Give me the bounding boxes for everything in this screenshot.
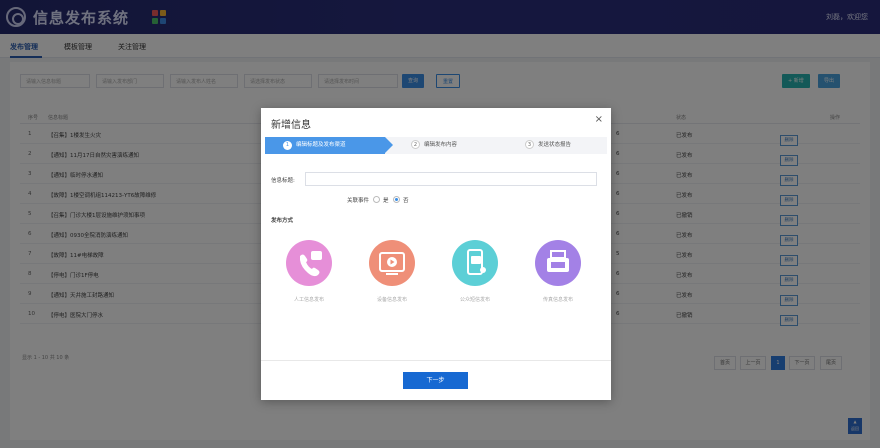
title-label: 信息标题: <box>271 178 295 184</box>
new-info-modal: 新增信息 × 1 编辑标题及发布渠道 2 编辑发布内容 3 发送状态报告 信息标题: … <box>261 108 611 400</box>
related-yes-radio[interactable] <box>373 196 380 203</box>
related-no-radio[interactable] <box>393 196 400 203</box>
step-3: 3 发送状态报告 <box>525 137 571 154</box>
step-2: 2 编辑发布内容 <box>411 137 457 154</box>
related-event-label: 关联事件 <box>347 198 370 204</box>
step-1: 1 编辑标题及发布渠道 <box>265 137 385 154</box>
modal-title: 新增信息 <box>271 120 311 131</box>
mobile-sms-icon <box>452 240 498 286</box>
close-icon[interactable]: × <box>595 114 603 125</box>
step-indicator: 1 编辑标题及发布渠道 2 编辑发布内容 3 发送状态报告 <box>265 137 607 154</box>
title-input[interactable] <box>305 172 597 186</box>
next-step-button[interactable]: 下一步 <box>403 372 468 389</box>
related-yes-label: 是 <box>383 198 389 204</box>
phone-message-icon <box>286 240 332 286</box>
video-play-icon <box>369 240 415 286</box>
method-fax[interactable]: 传真信息发布 <box>521 240 595 303</box>
method-sms[interactable]: 公众短信发布 <box>438 240 512 303</box>
related-no-label: 否 <box>403 198 409 204</box>
method-manual[interactable]: 人工信息发布 <box>272 240 346 303</box>
method-device[interactable]: 设备信息发布 <box>355 240 429 303</box>
modal-footer-divider <box>261 360 611 361</box>
fax-icon <box>535 240 581 286</box>
step-1-arrow <box>385 137 393 153</box>
publish-method-label: 发布方式 <box>271 218 294 224</box>
